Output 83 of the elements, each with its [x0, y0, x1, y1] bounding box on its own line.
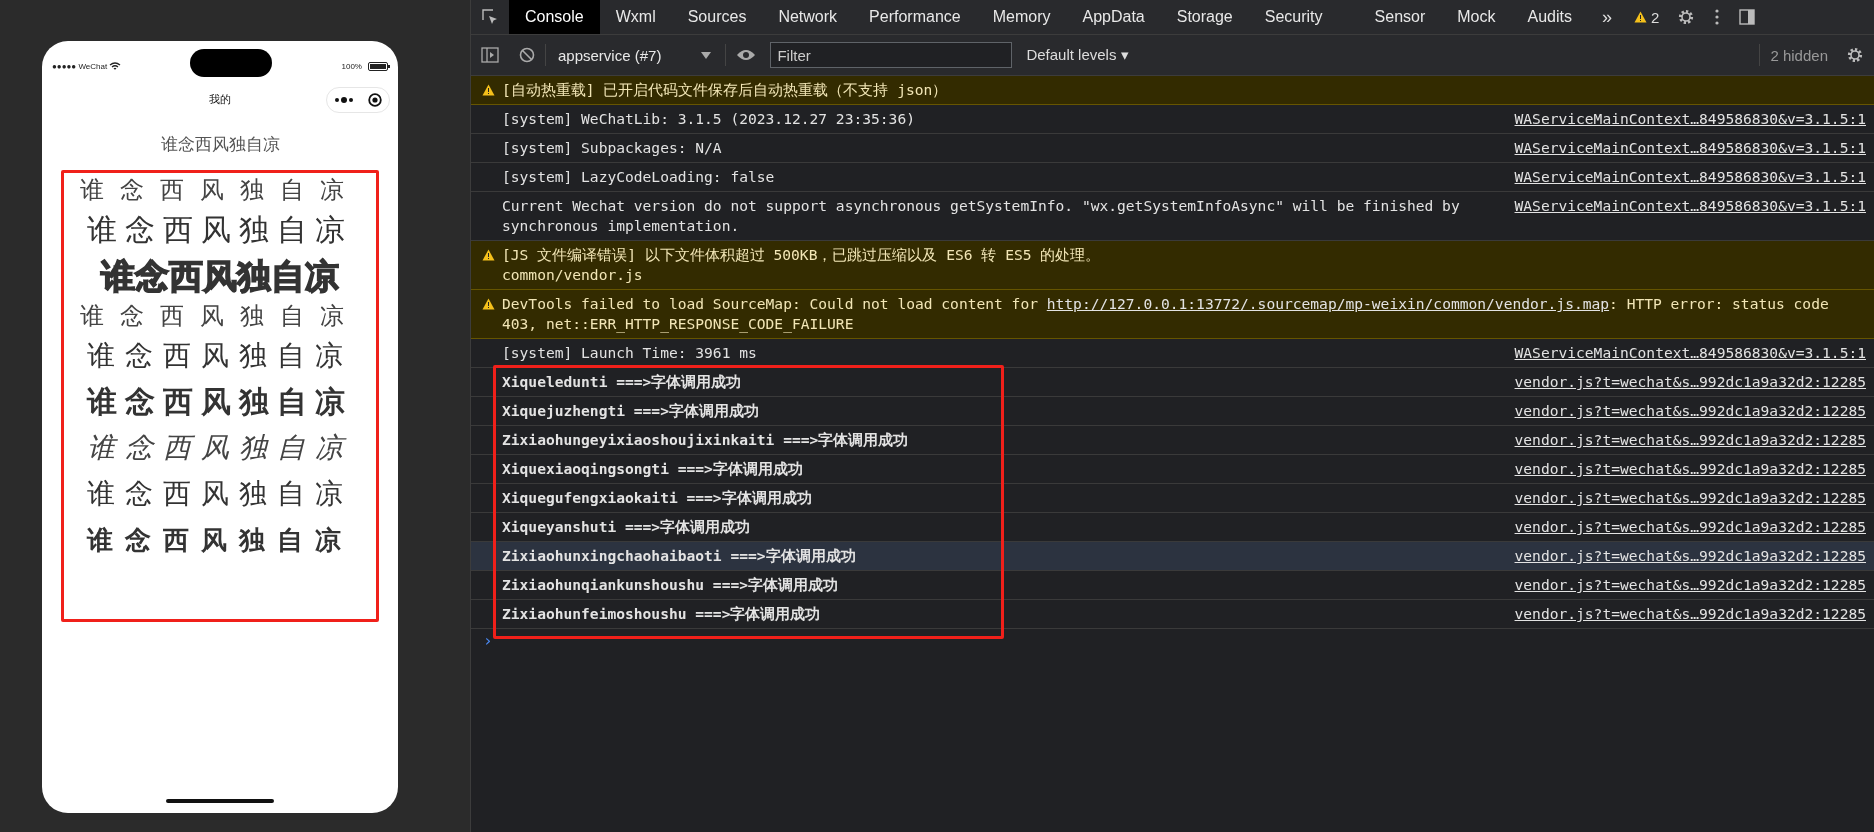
font-sample: 谁念西风独自凉 — [87, 211, 353, 249]
more-icon[interactable] — [334, 97, 353, 103]
page-title: 谁念西风独自凉 — [160, 134, 280, 156]
font-sample: 谁念西风独自凉 — [101, 256, 339, 297]
font-sample: 谁念西风独自凉 — [87, 524, 353, 557]
log-message: [system] LazyCodeLoading: false — [502, 167, 776, 187]
log-message: Current Wechat version do not support asynchronous getSystemInfo. "wx.getSystemInfoAsync" will be finished by synchronous implementation. — [502, 196, 1461, 236]
source-link[interactable]: WAServiceMainContext…849586830&v=3.1.5:1 — [1514, 109, 1866, 129]
source-link[interactable]: vendor.js?t=wechat&s…992dc1a9a32d2:12285 — [1514, 401, 1866, 421]
log-message: Xiquejuzhengti ===>字体调用成功 — [502, 401, 760, 421]
source-link[interactable]: WAServiceMainContext…849586830&v=3.1.5:1 — [1514, 138, 1866, 158]
settings-icon[interactable] — [1846, 46, 1864, 64]
source-link[interactable]: WAServiceMainContext…849586830&v=3.1.5:1 — [1514, 167, 1866, 187]
log-message: Xiquegufengxiaokaiti ===>字体调用成功 — [502, 488, 813, 508]
more-tabs-button[interactable]: » — [1587, 6, 1626, 28]
source-link[interactable]: vendor.js?t=wechat&s…992dc1a9a32d2:12285 — [1514, 459, 1866, 479]
font-sample: 谁念西风独自凉 — [80, 301, 360, 331]
warning-counter[interactable]: 2 — [1634, 8, 1660, 26]
source-link[interactable]: WAServiceMainContext…849586830&v=3.1.5:1 — [1514, 196, 1866, 216]
source-link[interactable]: vendor.js?t=wechat&s…992dc1a9a32d2:12285 — [1514, 517, 1866, 537]
battery-label: 100% — [341, 61, 362, 71]
filter-field[interactable]: Filter — [770, 42, 1013, 68]
log-message: Zixiaohunxingchaohaibaoti ===>字体调用成功 — [502, 546, 857, 566]
warning-icon — [482, 84, 495, 96]
panel-tab[interactable]: Sources — [671, 0, 763, 34]
wifi-icon — [109, 61, 122, 71]
panel-tab[interactable]: Audits — [1511, 0, 1588, 34]
font-sample: 谁念西风独自凉 — [87, 339, 353, 373]
source-link[interactable]: vendor.js?t=wechat&s…992dc1a9a32d2:12285 — [1514, 488, 1866, 508]
battery-icon — [368, 61, 390, 71]
carrier-label: ●●●●● WeChat — [52, 61, 108, 71]
console-prompt[interactable]: › — [471, 631, 1874, 651]
log-message: Zixiaohunfeimoshoushu ===>字体调用成功 — [502, 604, 822, 624]
panel-tab[interactable]: Console — [509, 0, 600, 34]
panel-tab[interactable]: Sensor — [1358, 0, 1442, 34]
dock-icon[interactable] — [1739, 9, 1756, 25]
warning-message: [JS 文件编译错误] 以下文件体积超过 500KB，已跳过压缩以及 ES6 转 ES5 的处理。 common/vendor.js — [502, 245, 1102, 285]
warning-message: [自动热重载] 已开启代码文件保存后自动热重载（不支持 json） — [502, 80, 949, 100]
close-icon[interactable] — [367, 93, 382, 107]
warning-icon — [482, 298, 495, 310]
source-link[interactable]: vendor.js?t=wechat&s…992dc1a9a32d2:12285 — [1514, 372, 1866, 392]
eye-icon[interactable] — [736, 49, 757, 61]
warning-count: 2 — [1651, 8, 1660, 26]
sidebar-toggle-icon[interactable] — [481, 47, 499, 63]
context-dropdown[interactable]: appservice (#7) — [546, 46, 726, 64]
panel-tab[interactable]: Wxml — [599, 0, 672, 34]
font-sample: 谁念西风独自凉 — [87, 477, 353, 511]
log-message: Xiqueyanshuti ===>字体调用成功 — [502, 517, 752, 537]
panel-tab[interactable]: Mock — [1441, 0, 1512, 34]
source-link[interactable]: vendor.js?t=wechat&s…992dc1a9a32d2:12285 — [1514, 546, 1866, 566]
log-message: Xiqueledunti ===>字体调用成功 — [502, 372, 743, 392]
font-sample: 谁念西风独自凉 — [87, 431, 353, 465]
log-levels-dropdown[interactable]: Default levels ▾ — [1020, 45, 1135, 65]
warning-message: DevTools failed to load SourceMap: Could not load content for http://127.0.0.1:13772/.sourcemap/mp-weixin/common/vendor.js.map: HTTP error: status code 403, net::ERR_HTTP_RESPONSE_CODE_FAILURE — [502, 294, 1830, 334]
font-sample: 谁念西风独自凉 — [87, 384, 353, 420]
font-sample: 谁念西风独自凉 — [80, 175, 360, 205]
nav-title: 我的 — [209, 91, 231, 107]
inspect-icon[interactable] — [481, 8, 499, 26]
log-message: [system] WeChatLib: 3.1.5 (2023.12.27 23:35:36) — [502, 109, 916, 129]
settings-icon[interactable] — [1677, 8, 1696, 26]
log-message: Xiquexiaoqingsongti ===>字体调用成功 — [502, 459, 804, 479]
log-message: Zixiaohungeyixiaoshoujixinkaiti ===>字体调用成功 — [502, 430, 910, 450]
log-message: [system] Launch Time: 3961 ms — [502, 343, 758, 363]
source-link[interactable]: WAServiceMainContext…849586830&v=3.1.5:1 — [1514, 343, 1866, 363]
panel-tab[interactable]: Performance — [853, 0, 977, 34]
sourcemap-link[interactable]: http://127.0.0.1:13772/.sourcemap/mp-weixin/common/vendor.js.map — [1046, 295, 1610, 312]
source-link[interactable]: vendor.js?t=wechat&s…992dc1a9a32d2:12285 — [1514, 575, 1866, 595]
panel-tab[interactable]: Network — [762, 0, 854, 34]
panel-tab[interactable]: Storage — [1160, 0, 1249, 34]
warning-icon — [1634, 11, 1647, 23]
kebab-menu-icon[interactable] — [1715, 9, 1720, 25]
panel-tab[interactable]: Security — [1248, 0, 1339, 34]
panel-tab[interactable]: Memory — [976, 0, 1067, 34]
warning-icon — [482, 249, 495, 261]
source-link[interactable]: vendor.js?t=wechat&s…992dc1a9a32d2:12285 — [1514, 430, 1866, 450]
clear-console-icon[interactable] — [519, 47, 535, 63]
caret-icon — [701, 51, 712, 59]
panel-tab[interactable]: AppData — [1066, 0, 1161, 34]
hidden-count: 2 hidden — [1770, 46, 1828, 64]
log-message: Zixiaohunqiankunshoushu ===>字体调用成功 — [502, 575, 839, 595]
log-message: [system] Subpackages: N/A — [502, 138, 723, 158]
source-link[interactable]: vendor.js?t=wechat&s…992dc1a9a32d2:12285 — [1514, 604, 1866, 624]
capsule-menu[interactable] — [326, 87, 390, 113]
